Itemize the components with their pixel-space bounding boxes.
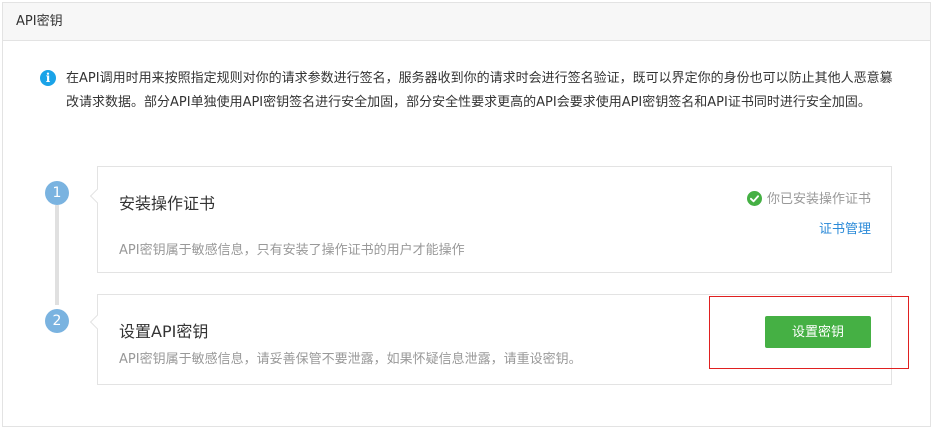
info-notice: i 在API调用时用来按照指定规则对你的请求参数进行签名，服务器收到你的请求时会… (40, 67, 900, 115)
install-certificate-description: API密钥属于敏感信息，只有安装了操作证书的用户才能操作 (119, 243, 465, 258)
panel-title: API密钥 (16, 14, 63, 29)
set-key-button[interactable]: 设置密钥 (765, 316, 871, 348)
install-certificate-card: 安装操作证书 API密钥属于敏感信息，只有安装了操作证书的用户才能操作 你已安装… (89, 166, 892, 273)
certificate-status: 你已安装操作证书 (746, 191, 871, 208)
info-icon: i (40, 70, 56, 86)
set-api-key-title: 设置API密钥 (119, 322, 209, 341)
certificate-management-link[interactable]: 证书管理 (819, 218, 871, 237)
check-circle-icon (746, 191, 762, 206)
certificate-status-text: 你已安装操作证书 (766, 192, 871, 207)
set-api-key-description: API密钥属于敏感信息，请妥善保管不要泄露，如果怀疑信息泄露，请重设密钥。 (119, 352, 582, 367)
step-2-number: 2 (45, 309, 69, 333)
notice-text: 在API调用时用来按照指定规则对你的请求参数进行签名，服务器收到你的请求时会进行… (66, 71, 893, 110)
install-certificate-title: 安装操作证书 (119, 194, 216, 213)
steps-timeline-line (55, 205, 59, 305)
panel-header: API密钥 (3, 3, 930, 41)
step-1-number: 1 (45, 181, 69, 205)
